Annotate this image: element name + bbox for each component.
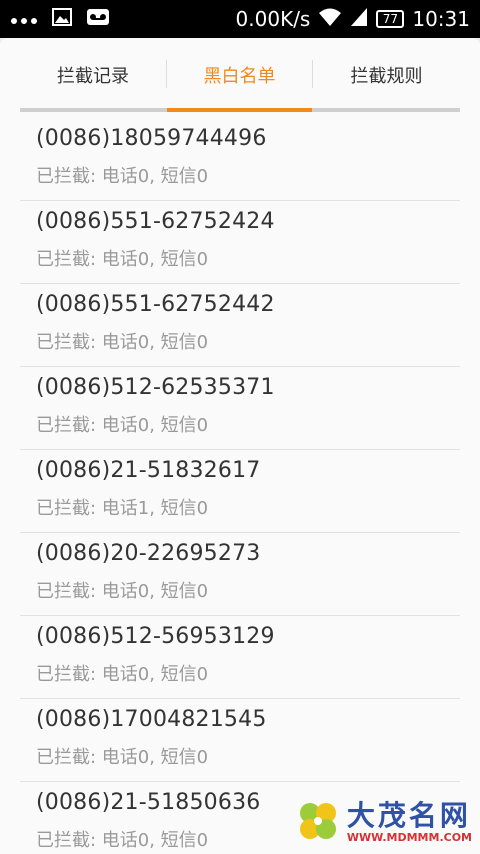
list-item[interactable]: (0086)21-51832617 已拦截: 电话1, 短信0 <box>20 449 460 532</box>
voicemail-icon <box>86 8 110 30</box>
signal-icon <box>350 7 368 31</box>
list-item[interactable]: (0086)551-62752424 已拦截: 电话0, 短信0 <box>20 200 460 283</box>
tab-block-records[interactable]: 拦截记录 <box>20 38 166 112</box>
block-stats: 已拦截: 电话0, 短信0 <box>36 581 209 602</box>
block-stats: 已拦截: 电话0, 短信0 <box>36 415 209 436</box>
clock: 10:31 <box>412 7 470 31</box>
battery-icon: 77 <box>376 10 405 28</box>
list-item[interactable]: (0086)512-62535371 已拦截: 电话0, 短信0 <box>20 366 460 449</box>
phone-number: (0086)20-22695273 <box>36 541 261 566</box>
tab-black-white-list[interactable]: 黑白名单 <box>167 38 312 112</box>
list-item[interactable]: (0086)512-56953129 已拦截: 电话0, 短信0 <box>20 615 460 698</box>
block-stats: 已拦截: 电话0, 短信0 <box>36 747 209 768</box>
list-item[interactable]: (0086)18059744496 已拦截: 电话0, 短信0 <box>20 118 460 200</box>
block-stats: 已拦截: 电话0, 短信0 <box>36 166 209 187</box>
wifi-icon <box>318 7 342 31</box>
phone-number: (0086)17004821545 <box>36 707 267 732</box>
watermark-title: 大茂名网 <box>346 799 471 832</box>
tab-bar: 拦截记录 黑白名单 拦截规则 <box>0 38 480 112</box>
blocklist-panel: 拦截记录 黑白名单 拦截规则 (0086)18059744496 已拦截: 电话… <box>0 38 480 854</box>
list-item[interactable]: (0086)20-22695273 已拦截: 电话0, 短信0 <box>20 532 460 615</box>
tab-block-rules[interactable]: 拦截规则 <box>313 38 460 112</box>
phone-number: (0086)21-51850636 <box>36 790 261 815</box>
status-bar: 0.00K/s 77 10:31 <box>0 0 480 38</box>
dots-icon <box>10 10 38 29</box>
phone-number: (0086)512-62535371 <box>36 375 275 400</box>
watermark-url: WWW.MDMMM.COM <box>346 831 472 844</box>
phone-number: (0086)551-62752442 <box>36 292 275 317</box>
list-item[interactable]: (0086)17004821545 已拦截: 电话0, 短信0 <box>20 698 460 781</box>
phone-number: (0086)21-51832617 <box>36 458 261 483</box>
phone-number: (0086)551-62752424 <box>36 209 275 234</box>
phone-number: (0086)512-56953129 <box>36 624 275 649</box>
block-stats: 已拦截: 电话0, 短信0 <box>36 830 209 851</box>
clover-logo-icon <box>295 798 341 848</box>
block-stats: 已拦截: 电话0, 短信0 <box>36 249 209 270</box>
list-item[interactable]: (0086)551-62752442 已拦截: 电话0, 短信0 <box>20 283 460 366</box>
block-stats: 已拦截: 电话0, 短信0 <box>36 332 209 353</box>
network-speed: 0.00K/s <box>235 7 311 31</box>
number-list: (0086)18059744496 已拦截: 电话0, 短信0 (0086)55… <box>0 118 480 854</box>
tab-indicator <box>167 108 312 112</box>
image-icon <box>52 8 72 30</box>
block-stats: 已拦截: 电话0, 短信0 <box>36 664 209 685</box>
watermark: 大茂名网 WWW.MDMMM.COM <box>295 798 472 848</box>
block-stats: 已拦截: 电话1, 短信0 <box>36 498 209 519</box>
phone-number: (0086)18059744496 <box>36 126 267 151</box>
